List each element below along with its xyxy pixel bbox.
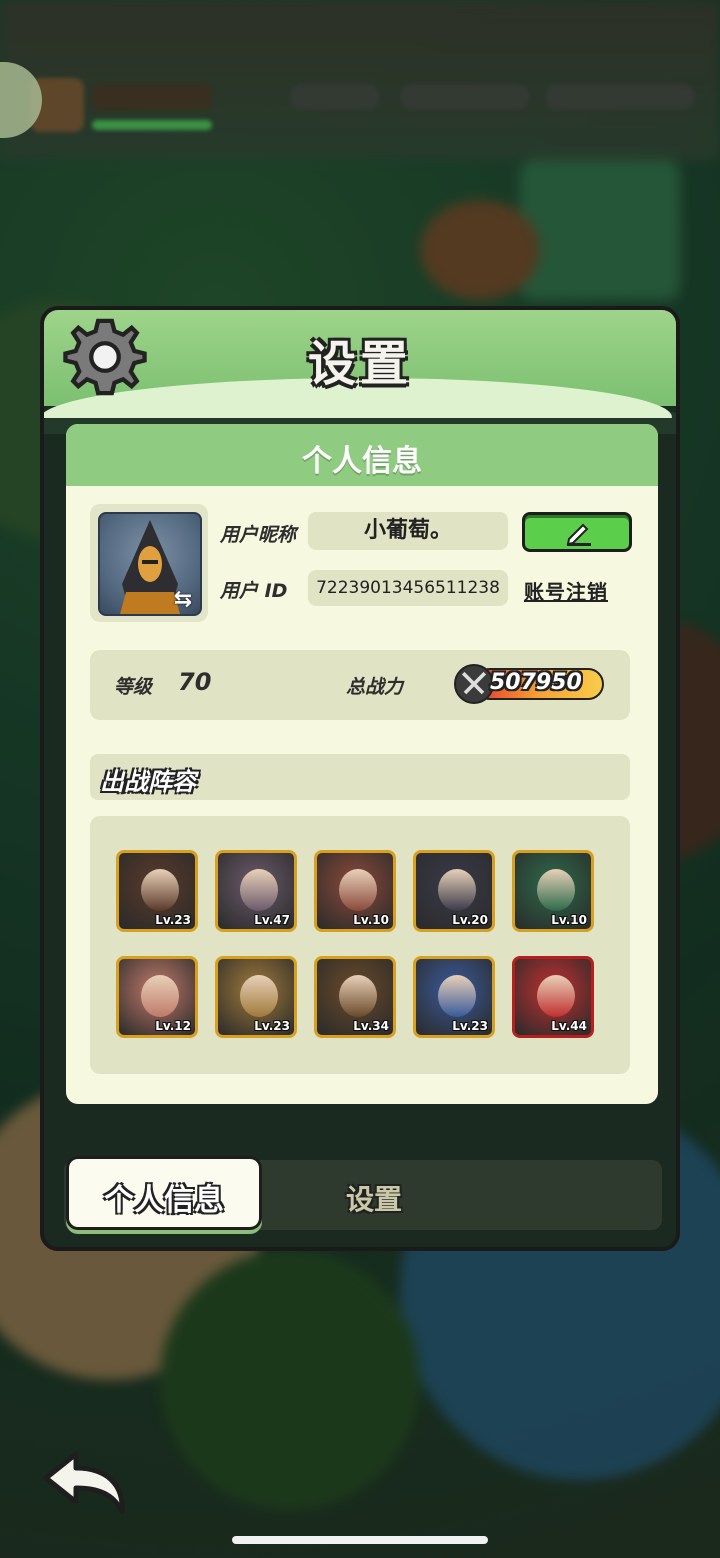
stats-row: 等级 70 总战力 507950 [90, 650, 630, 720]
hero-portrait [240, 975, 278, 1017]
level-label: 等级 [114, 676, 153, 698]
hero-portrait [141, 975, 179, 1017]
hero-card[interactable]: Lv.47 [215, 850, 297, 932]
tab-profile-label: 个人信息 [104, 1183, 224, 1218]
avatar[interactable]: ⇆ [90, 504, 208, 622]
hero-level: Lv.10 [353, 913, 389, 927]
hero-level: Lv.47 [254, 913, 290, 927]
hero-card[interactable]: Lv.12 [116, 956, 198, 1038]
home-indicator [232, 1536, 488, 1544]
swap-avatar-icon[interactable]: ⇆ [168, 588, 198, 612]
edit-nickname-button[interactable] [522, 512, 632, 552]
tab-settings-label: 设置 [345, 1183, 402, 1216]
settings-dialog: 设置 个人信息 ⇆ 用户昵称 小葡萄。 用户 ID 72239013456511… [40, 306, 680, 1251]
nickname-field: 小葡萄。 [308, 512, 508, 550]
hero-card[interactable]: Lv.10 [314, 850, 396, 932]
hero-level: Lv.20 [452, 913, 488, 927]
lineup-header: 出战阵容 [90, 754, 630, 800]
power-badge: 507950 [454, 664, 606, 704]
user-id-field: 72239013456511238 [308, 570, 508, 606]
hero-portrait [339, 975, 377, 1017]
hero-card[interactable]: Lv.23 [215, 956, 297, 1038]
deregister-account-link[interactable]: 账号注销 [524, 576, 608, 605]
back-arrow-icon[interactable] [36, 1448, 132, 1518]
hero-portrait [537, 869, 575, 911]
hero-portrait [141, 869, 179, 911]
level-value: 70 [178, 668, 212, 696]
hero-portrait [438, 869, 476, 911]
hero-level: Lv.44 [551, 1019, 587, 1033]
dialog-header: 设置 [44, 310, 676, 434]
hero-level: Lv.23 [254, 1019, 290, 1033]
profile-card: 个人信息 ⇆ 用户昵称 小葡萄。 用户 ID 72239013456511238 [66, 424, 658, 1104]
hero-card[interactable]: Lv.10 [512, 850, 594, 932]
pencil-icon [566, 523, 591, 546]
hero-level: Lv.12 [155, 1019, 191, 1033]
hero-portrait [537, 975, 575, 1017]
hero-level: Lv.23 [155, 913, 191, 927]
sword-icon [454, 664, 494, 704]
lineup-grid: Lv.23 Lv.47 Lv.10 Lv.20 Lv.10 Lv.12 Lv.23 Lv.34… [90, 816, 630, 1074]
hero-level: Lv.23 [452, 1019, 488, 1033]
tab-settings[interactable]: 设置 [314, 1174, 434, 1218]
lineup-title: 出战阵容 [100, 768, 196, 796]
hero-card[interactable]: Lv.20 [413, 850, 495, 932]
hero-portrait [240, 869, 278, 911]
hero-card[interactable]: Lv.34 [314, 956, 396, 1038]
power-value: 507950 [490, 670, 582, 695]
dialog-title: 设置 [307, 336, 412, 392]
hero-portrait [339, 869, 377, 911]
hero-level: Lv.34 [353, 1019, 389, 1033]
hero-level: Lv.10 [551, 913, 587, 927]
power-label: 总战力 [346, 676, 404, 698]
section-title: 个人信息 [302, 444, 422, 479]
hero-portrait [438, 975, 476, 1017]
top-hud [0, 70, 720, 150]
user-id-label: 用户 ID [220, 580, 288, 602]
hero-card[interactable]: Lv.23 [116, 850, 198, 932]
tab-profile[interactable]: 个人信息 [66, 1156, 262, 1230]
nickname-label: 用户昵称 [220, 524, 297, 546]
section-header: 个人信息 [66, 424, 658, 486]
hero-card[interactable]: Lv.44 [512, 956, 594, 1038]
hero-card[interactable]: Lv.23 [413, 956, 495, 1038]
